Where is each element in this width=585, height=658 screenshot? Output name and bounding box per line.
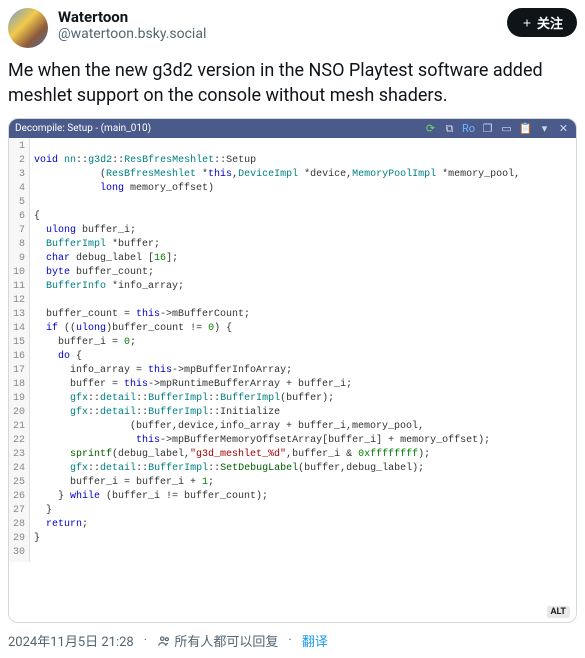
tab-label: Decompile: Setup - (main_010): [15, 123, 151, 134]
avatar[interactable]: [8, 8, 48, 48]
user-block[interactable]: Watertoon @watertoon.bsky.social: [58, 8, 497, 42]
code-blank-area: [9, 562, 576, 622]
line-gutter: 1234567891011121314151617181920212223242…: [9, 138, 30, 562]
dropdown-icon[interactable]: ▾: [538, 122, 551, 135]
refresh-icon[interactable]: ⟳: [424, 122, 437, 135]
code-content: void nn::g3d2::ResBfresMeshlet::Setup (R…: [30, 138, 576, 562]
post-container: Watertoon @watertoon.bsky.social 关注 Me w…: [0, 0, 585, 658]
alt-badge[interactable]: ALT: [547, 606, 571, 618]
post-header: Watertoon @watertoon.bsky.social 关注: [8, 8, 577, 48]
people-icon: [157, 634, 171, 648]
timestamp[interactable]: 2024年11月5日 21:28: [8, 631, 134, 650]
footer-sep: ·: [144, 633, 147, 648]
copy-icon[interactable]: ❐: [481, 122, 494, 135]
reply-scope[interactable]: 所有人都可以回复: [157, 631, 278, 650]
post-footer: 2024年11月5日 21:28 · 所有人都可以回复 · 翻译: [8, 631, 577, 658]
footer-sep: ·: [288, 633, 291, 648]
plus-icon: [521, 17, 533, 29]
ro-icon[interactable]: Ro: [462, 122, 475, 135]
user-handle: @watertoon.bsky.social: [58, 26, 497, 42]
follow-button[interactable]: 关注: [507, 8, 577, 37]
tool-icon-1[interactable]: ⧉: [443, 122, 456, 135]
save-icon[interactable]: ▭: [500, 122, 513, 135]
display-name: Watertoon: [58, 8, 497, 26]
follow-label: 关注: [537, 13, 563, 32]
close-icon[interactable]: ✕: [557, 122, 570, 135]
translate-link[interactable]: 翻译: [302, 631, 328, 650]
editor-tabbar: Decompile: Setup - (main_010) ⟳ ⧉ Ro ❐ ▭…: [9, 119, 576, 138]
code-area: 1234567891011121314151617181920212223242…: [9, 138, 576, 562]
post-body: Me when the new g3d2 version in the NSO …: [8, 58, 577, 108]
clipboard-icon[interactable]: 📋: [519, 122, 532, 135]
code-attachment[interactable]: Decompile: Setup - (main_010) ⟳ ⧉ Ro ❐ ▭…: [8, 118, 577, 623]
